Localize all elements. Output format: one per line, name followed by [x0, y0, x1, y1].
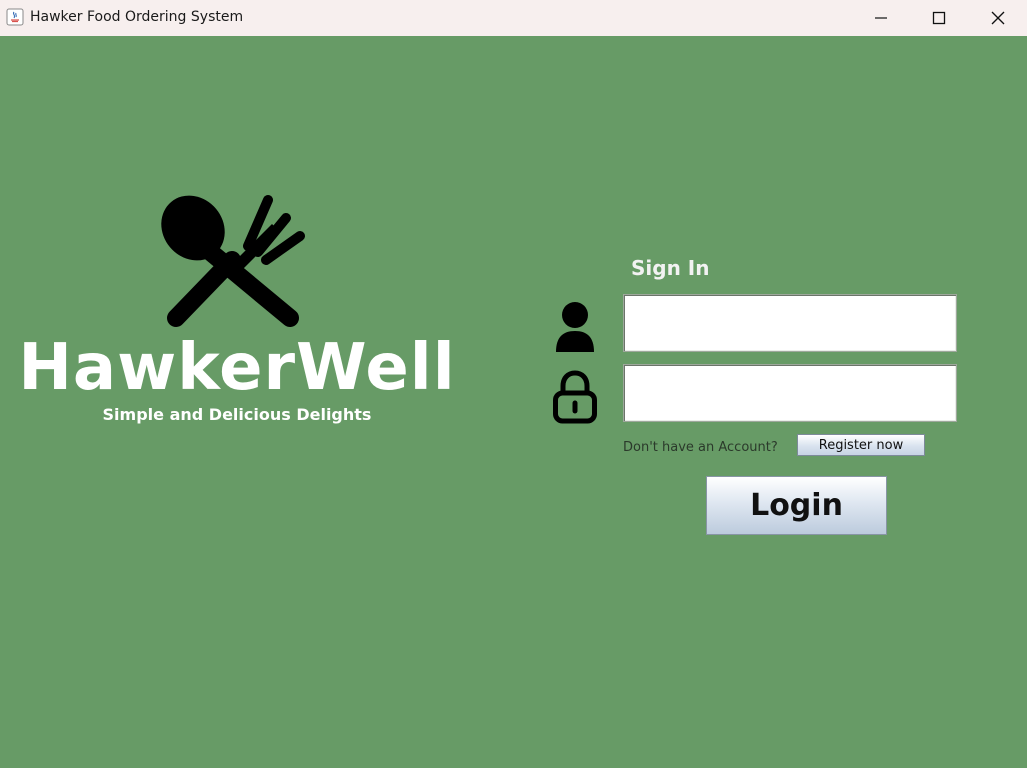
app-window: Hawker Food Ordering System HawkerWell S… — [0, 0, 1027, 768]
close-button[interactable] — [969, 0, 1027, 36]
maximize-button[interactable] — [910, 0, 968, 36]
maximize-icon — [932, 11, 946, 25]
minimize-button[interactable] — [852, 0, 910, 36]
username-input[interactable] — [623, 294, 957, 352]
signin-title: Sign In — [631, 256, 710, 280]
minimize-icon — [875, 17, 887, 19]
password-input[interactable] — [623, 364, 957, 422]
login-button[interactable]: Login — [706, 476, 887, 535]
no-account-label: Don't have an Account? — [623, 440, 778, 455]
close-icon — [991, 11, 1005, 25]
window-title: Hawker Food Ordering System — [30, 9, 244, 25]
register-button[interactable]: Register now — [797, 434, 925, 456]
title-bar: Hawker Food Ordering System — [0, 0, 1027, 36]
java-app-icon — [6, 8, 24, 26]
user-icon — [556, 302, 594, 352]
lock-icon — [553, 370, 597, 424]
brand-tagline: Simple and Delicious Delights — [102, 405, 372, 424]
spoon-fork-crossed-icon — [161, 195, 305, 327]
brand-name: HawkerWell — [18, 331, 456, 405]
